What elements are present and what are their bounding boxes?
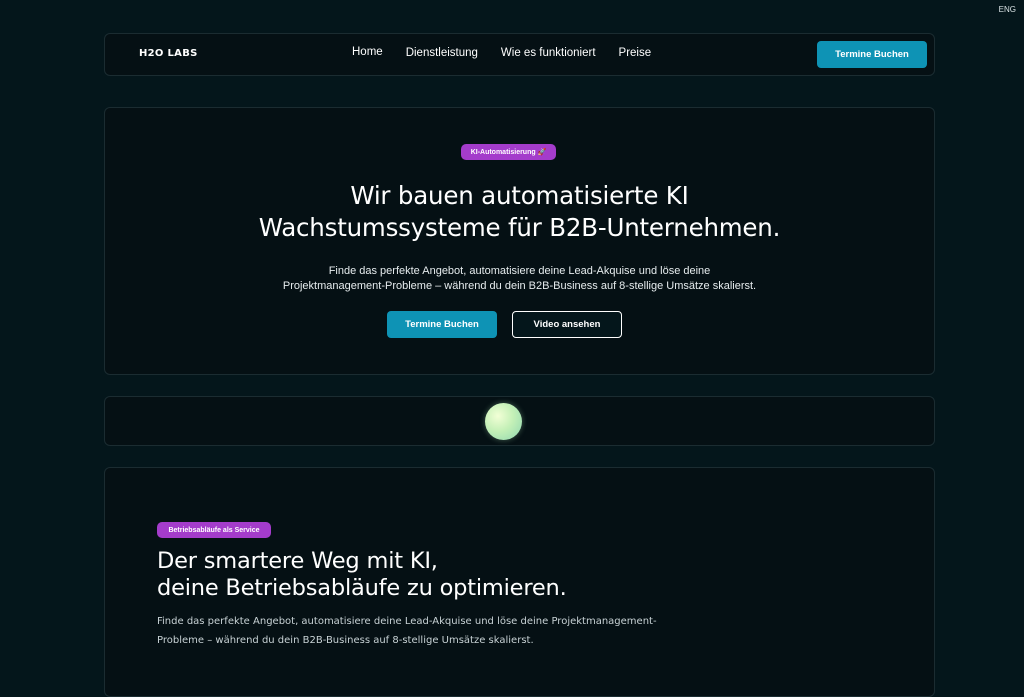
navbar: H2O LABS Home Dienstleistung Wie es funk… [104, 33, 935, 76]
services-section: Betriebsabläufe als Service Der smartere… [104, 467, 935, 697]
nav-link-home[interactable]: Home [352, 46, 383, 59]
services-title: Der smartere Weg mit KI, deine Betriebsa… [157, 548, 567, 602]
hero-subtitle-line2: Projektmanagement-Probleme – während du … [282, 280, 757, 292]
services-subtitle-line2: Probleme – während du dein B2B-Business … [157, 635, 534, 646]
language-switch[interactable]: ENG [999, 5, 1016, 14]
hero-subtitle: Finde das perfekte Angebot, automatisier… [105, 264, 934, 294]
hero-book-button[interactable]: Termine Buchen [387, 311, 497, 338]
nav-link-dienstleistung[interactable]: Dienstleistung [406, 47, 478, 59]
services-title-line1: Der smartere Weg mit KI, [157, 548, 438, 574]
hero-section: KI-Automatisierung 🚀 Wir bauen automatis… [104, 107, 935, 375]
nav-book-button[interactable]: Termine Buchen [817, 41, 927, 68]
hero-subtitle-line1: Finde das perfekte Angebot, automatisier… [328, 265, 711, 277]
hero-title: Wir bauen automatisierte KI Wachstumssys… [105, 180, 934, 244]
nav-link-wie-es-funktioniert[interactable]: Wie es funktioniert [501, 47, 596, 59]
logo[interactable]: H2O LABS [139, 48, 198, 59]
hero-title-line1: Wir bauen automatisierte KI [350, 181, 689, 210]
hero-title-line2: Wachstumssysteme für B2B-Unternehmen. [258, 213, 781, 242]
gradient-orb [485, 403, 522, 440]
services-title-line2: deine Betriebsabläufe zu optimieren. [157, 575, 567, 601]
orb-strip [104, 396, 935, 446]
services-subtitle: Finde das perfekte Angebot, automatisier… [157, 612, 657, 650]
nav-links: Home Dienstleistung Wie es funktioniert … [352, 46, 652, 59]
services-badge: Betriebsabläufe als Service [157, 522, 271, 538]
services-subtitle-line1: Finde das perfekte Angebot, automatisier… [157, 616, 657, 627]
hero-video-button[interactable]: Video ansehen [512, 311, 622, 338]
hero-badge: KI-Automatisierung 🚀 [461, 144, 556, 160]
nav-link-preise[interactable]: Preise [619, 47, 652, 59]
